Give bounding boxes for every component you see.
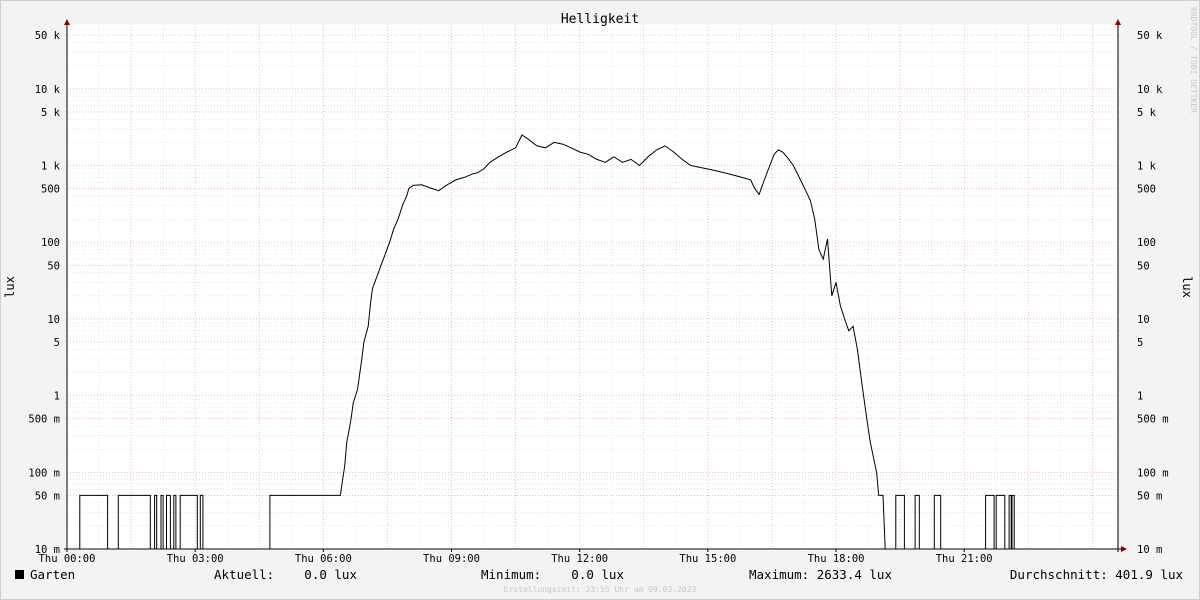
y-tick-label-left: 10 k [35, 84, 61, 96]
y-tick-label-left: 50 m [35, 490, 60, 502]
y-tick-label-left: 5 [54, 337, 60, 349]
y-tick-label-right: 500 [1137, 184, 1156, 196]
y-tick-label-left: 50 k [35, 30, 61, 42]
x-tick-label: Thu 21:00 [936, 553, 993, 565]
y-tick-label-left: 100 [41, 237, 60, 249]
y-tick-label-left: 100 m [28, 467, 60, 479]
y-tick-label-left: 50 [47, 260, 60, 272]
watermark: RRDTOOL / TOBI OETIKER [1189, 7, 1198, 113]
y-tick-label-right: 100 m [1137, 467, 1169, 479]
y-axis-right-arrow [1115, 19, 1121, 25]
chart-window: 10 m 10 m 50 m 50 m 100 m 100 m 500 m 500 m1155… [0, 0, 1200, 600]
plot-area [67, 24, 1118, 550]
legend-current: Aktuell: 0.0 lux [214, 567, 357, 582]
chart-title: Helligkeit [561, 12, 639, 27]
x-tick-label: Thu 15:00 [679, 553, 736, 565]
y-tick-label-right: 50 [1137, 260, 1150, 272]
brightness-chart: 10 m 10 m50 m 50 m100 m 100 m500 m 500 m1 15 5… [0, 0, 1200, 600]
legend-minimum: Minimum: 0.0 lux [481, 567, 624, 582]
y-tick-label-left: 500 [41, 184, 60, 196]
y-tick-label-right: 1 k [1137, 161, 1157, 173]
y-tick-label-left: 5 k [41, 107, 61, 119]
y-tick-label-left: 500 m [28, 414, 60, 426]
x-axis-arrow [1121, 546, 1127, 552]
y-axis-left-arrow [64, 19, 70, 25]
legend-swatch [15, 570, 24, 579]
x-tick-label: Thu 06:00 [295, 553, 352, 565]
legend-average: Durchschnitt: 401.9 lux [1010, 567, 1184, 582]
y-tick-label-right: 1 [1137, 391, 1143, 403]
legend-maximum: Maximum: 2633.4 lux [749, 567, 892, 582]
x-tick-label: Thu 00:00 [39, 553, 96, 565]
y-tick-label-right: 50 k [1137, 30, 1163, 42]
y-tick-label-right: 10 [1137, 314, 1150, 326]
x-tick-label: Thu 12:00 [551, 553, 608, 565]
footer-timestamp: Erstellungszeit: 23:55 Uhr am 09.03.2023 [504, 585, 697, 594]
y-tick-label-right: 100 [1137, 237, 1156, 249]
x-tick-label: Thu 09:00 [423, 553, 480, 565]
y-tick-label-left: 1 [54, 391, 60, 403]
y-tick-label-right: 500 m [1137, 414, 1169, 426]
y-tick-label-right: 50 m [1137, 490, 1162, 502]
x-tick-label: Thu 03:00 [167, 553, 224, 565]
y-tick-label-right: 5 [1137, 337, 1143, 349]
y-tick-label-left: 10 [47, 314, 60, 326]
y-axis-label-right: lux [1180, 276, 1194, 298]
y-axis-label-left: lux [3, 276, 17, 298]
legend-series-name: Garten [30, 567, 75, 582]
y-tick-label-left: 1 k [41, 161, 61, 173]
y-tick-label-right: 5 k [1137, 107, 1157, 119]
y-tick-label-right: 10 k [1137, 84, 1163, 96]
x-tick-label: Thu 18:00 [808, 553, 865, 565]
y-tick-label-right: 10 m [1137, 544, 1162, 556]
